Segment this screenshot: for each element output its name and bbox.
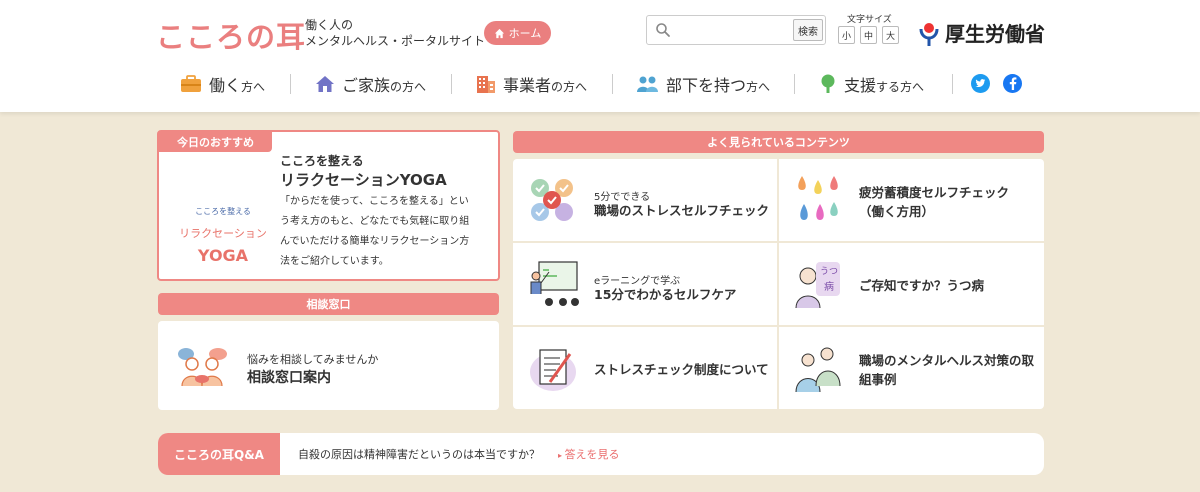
- svg-text:こころを整える: こころを整える: [195, 206, 251, 216]
- popular-item-title: 疲労蓄積度セルフチェック （働く方用）: [859, 185, 1010, 219]
- checklist-icon: [531, 179, 573, 221]
- droplets-icon: [798, 176, 838, 220]
- nav-manager[interactable]: 部下を持つ方へ: [637, 70, 770, 98]
- ministry-logo[interactable]: 厚生労働省: [918, 18, 1045, 47]
- nav-divider: [794, 74, 795, 94]
- popular-item-workplace-cases[interactable]: 職場のメンタルヘルス対策の取 組事例: [779, 327, 1044, 409]
- tree-icon: [821, 74, 835, 93]
- recommend-card[interactable]: 今日のおすすめ こころを整える リラクセーション YOGA こころを整える リラ…: [157, 130, 500, 281]
- svg-text:リラクセーション: リラクセーション: [179, 227, 267, 240]
- yoga-banner-image: こころを整える リラクセーション YOGA: [167, 162, 279, 274]
- nav-divider: [952, 74, 953, 94]
- popular-item-elearning[interactable]: eラーニングで学ぶ 15分でわかるセルフケア: [513, 243, 777, 325]
- svg-text:YOGA: YOGA: [197, 246, 249, 265]
- site-tagline: 働く人の メンタルヘルス・ポータルサイト: [305, 17, 485, 49]
- site-logo[interactable]: こころの耳: [156, 14, 306, 56]
- consult-people-icon: [178, 348, 227, 387]
- qa-label: こころの耳Q&A: [158, 433, 280, 475]
- building-icon: [477, 76, 495, 93]
- popular-item-title: 職場のストレスセルフチェック: [594, 203, 770, 218]
- teacher-icon: [530, 261, 579, 306]
- popular-item-title: 職場のメンタルヘルス対策の取 組事例: [859, 353, 1035, 387]
- recommend-description: 「からだを使って、こころを整える」とい う考え方のもと、どなたでも気軽に取り組 …: [280, 196, 470, 267]
- font-size-large-button[interactable]: 大: [882, 26, 899, 44]
- qa-answer-link[interactable]: ▸ 答えを見る: [558, 446, 620, 462]
- search-button[interactable]: 検索: [793, 19, 823, 41]
- nav-manager-label: 部下を持つ方へ: [666, 76, 771, 95]
- consult-title: 相談窓口案内: [247, 370, 331, 386]
- ministry-name: 厚生労働省: [945, 22, 1045, 46]
- nav-divider: [290, 74, 291, 94]
- consult-header: 相談窓口: [158, 293, 499, 315]
- workers-icon: [795, 347, 841, 393]
- recommend-tab-label: 今日のおすすめ: [159, 132, 272, 152]
- depression-icon: うつ 病: [795, 262, 840, 309]
- nav-working-label: 働く方へ: [209, 76, 266, 95]
- home-button-label: ホーム: [508, 27, 542, 40]
- tagline-line2: メンタルヘルス・ポータルサイト: [305, 34, 486, 48]
- nav-supporter[interactable]: 支援する方へ: [819, 70, 924, 98]
- briefcase-icon: [181, 75, 201, 92]
- nav-employer-label: 事業者の方へ: [503, 76, 588, 95]
- popular-item-fatigue-check[interactable]: 疲労蓄積度セルフチェック （働く方用）: [779, 159, 1044, 241]
- popular-item-title: 15分でわかるセルフケア: [594, 287, 737, 302]
- recommend-title: リラクセーションYOGA: [280, 171, 447, 189]
- popular-content-header: よく見られているコンテンツ: [513, 131, 1044, 153]
- house-icon: [316, 76, 334, 92]
- font-size-label: 文字サイズ: [847, 15, 892, 25]
- popular-item-depression[interactable]: うつ 病 ご存知ですか？うつ病: [779, 243, 1044, 325]
- document-icon: [530, 349, 576, 391]
- popular-item-title: ストレスチェック制度について: [594, 362, 769, 377]
- qa-banner: こころの耳Q&A 自殺の原因は精神障害だというのは本当ですか？ ▸ 答えを見る: [158, 433, 1044, 475]
- search-input[interactable]: [677, 20, 787, 40]
- ministry-emblem-icon: [919, 22, 939, 46]
- popular-item-stresscheck-system[interactable]: ストレスチェック制度について: [513, 327, 777, 409]
- recommend-subtitle: こころを整える: [280, 154, 364, 168]
- nav-employer[interactable]: 事業者の方へ: [476, 70, 587, 98]
- consult-subtitle: 悩みを相談してみませんか: [247, 353, 379, 366]
- site-header: こころの耳 働く人の メンタルヘルス・ポータルサイト ホーム 検索 文字サイズ …: [0, 0, 1200, 112]
- facebook-icon[interactable]: [1003, 74, 1022, 93]
- font-size-medium-button[interactable]: 中: [860, 26, 877, 44]
- twitter-icon[interactable]: [971, 74, 990, 93]
- tagline-line1: 働く人の: [305, 18, 354, 32]
- svg-text:うつ: うつ: [820, 266, 838, 277]
- home-button[interactable]: ホーム: [484, 21, 551, 45]
- qa-question[interactable]: 自殺の原因は精神障害だというのは本当ですか？: [298, 446, 540, 462]
- nav-family-label: ご家族の方へ: [342, 76, 427, 95]
- nav-supporter-label: 支援する方へ: [844, 76, 925, 95]
- home-icon: [494, 28, 504, 38]
- search-box: 検索: [646, 15, 826, 45]
- popular-item-stress-selfcheck[interactable]: 5分でできる 職場のストレスセルフチェック: [513, 159, 777, 241]
- search-icon: [656, 23, 670, 37]
- nav-divider: [612, 74, 613, 94]
- font-size-small-button[interactable]: 小: [838, 26, 855, 44]
- svg-text:病: 病: [824, 280, 834, 293]
- nav-working[interactable]: 働く方へ: [180, 70, 265, 98]
- popular-item-title: ご存知ですか？うつ病: [859, 278, 985, 293]
- nav-divider: [451, 74, 452, 94]
- consult-card[interactable]: 悩みを相談してみませんか 相談窓口案内: [158, 321, 499, 410]
- people-icon: [637, 76, 658, 92]
- nav-family[interactable]: ご家族の方へ: [315, 70, 426, 98]
